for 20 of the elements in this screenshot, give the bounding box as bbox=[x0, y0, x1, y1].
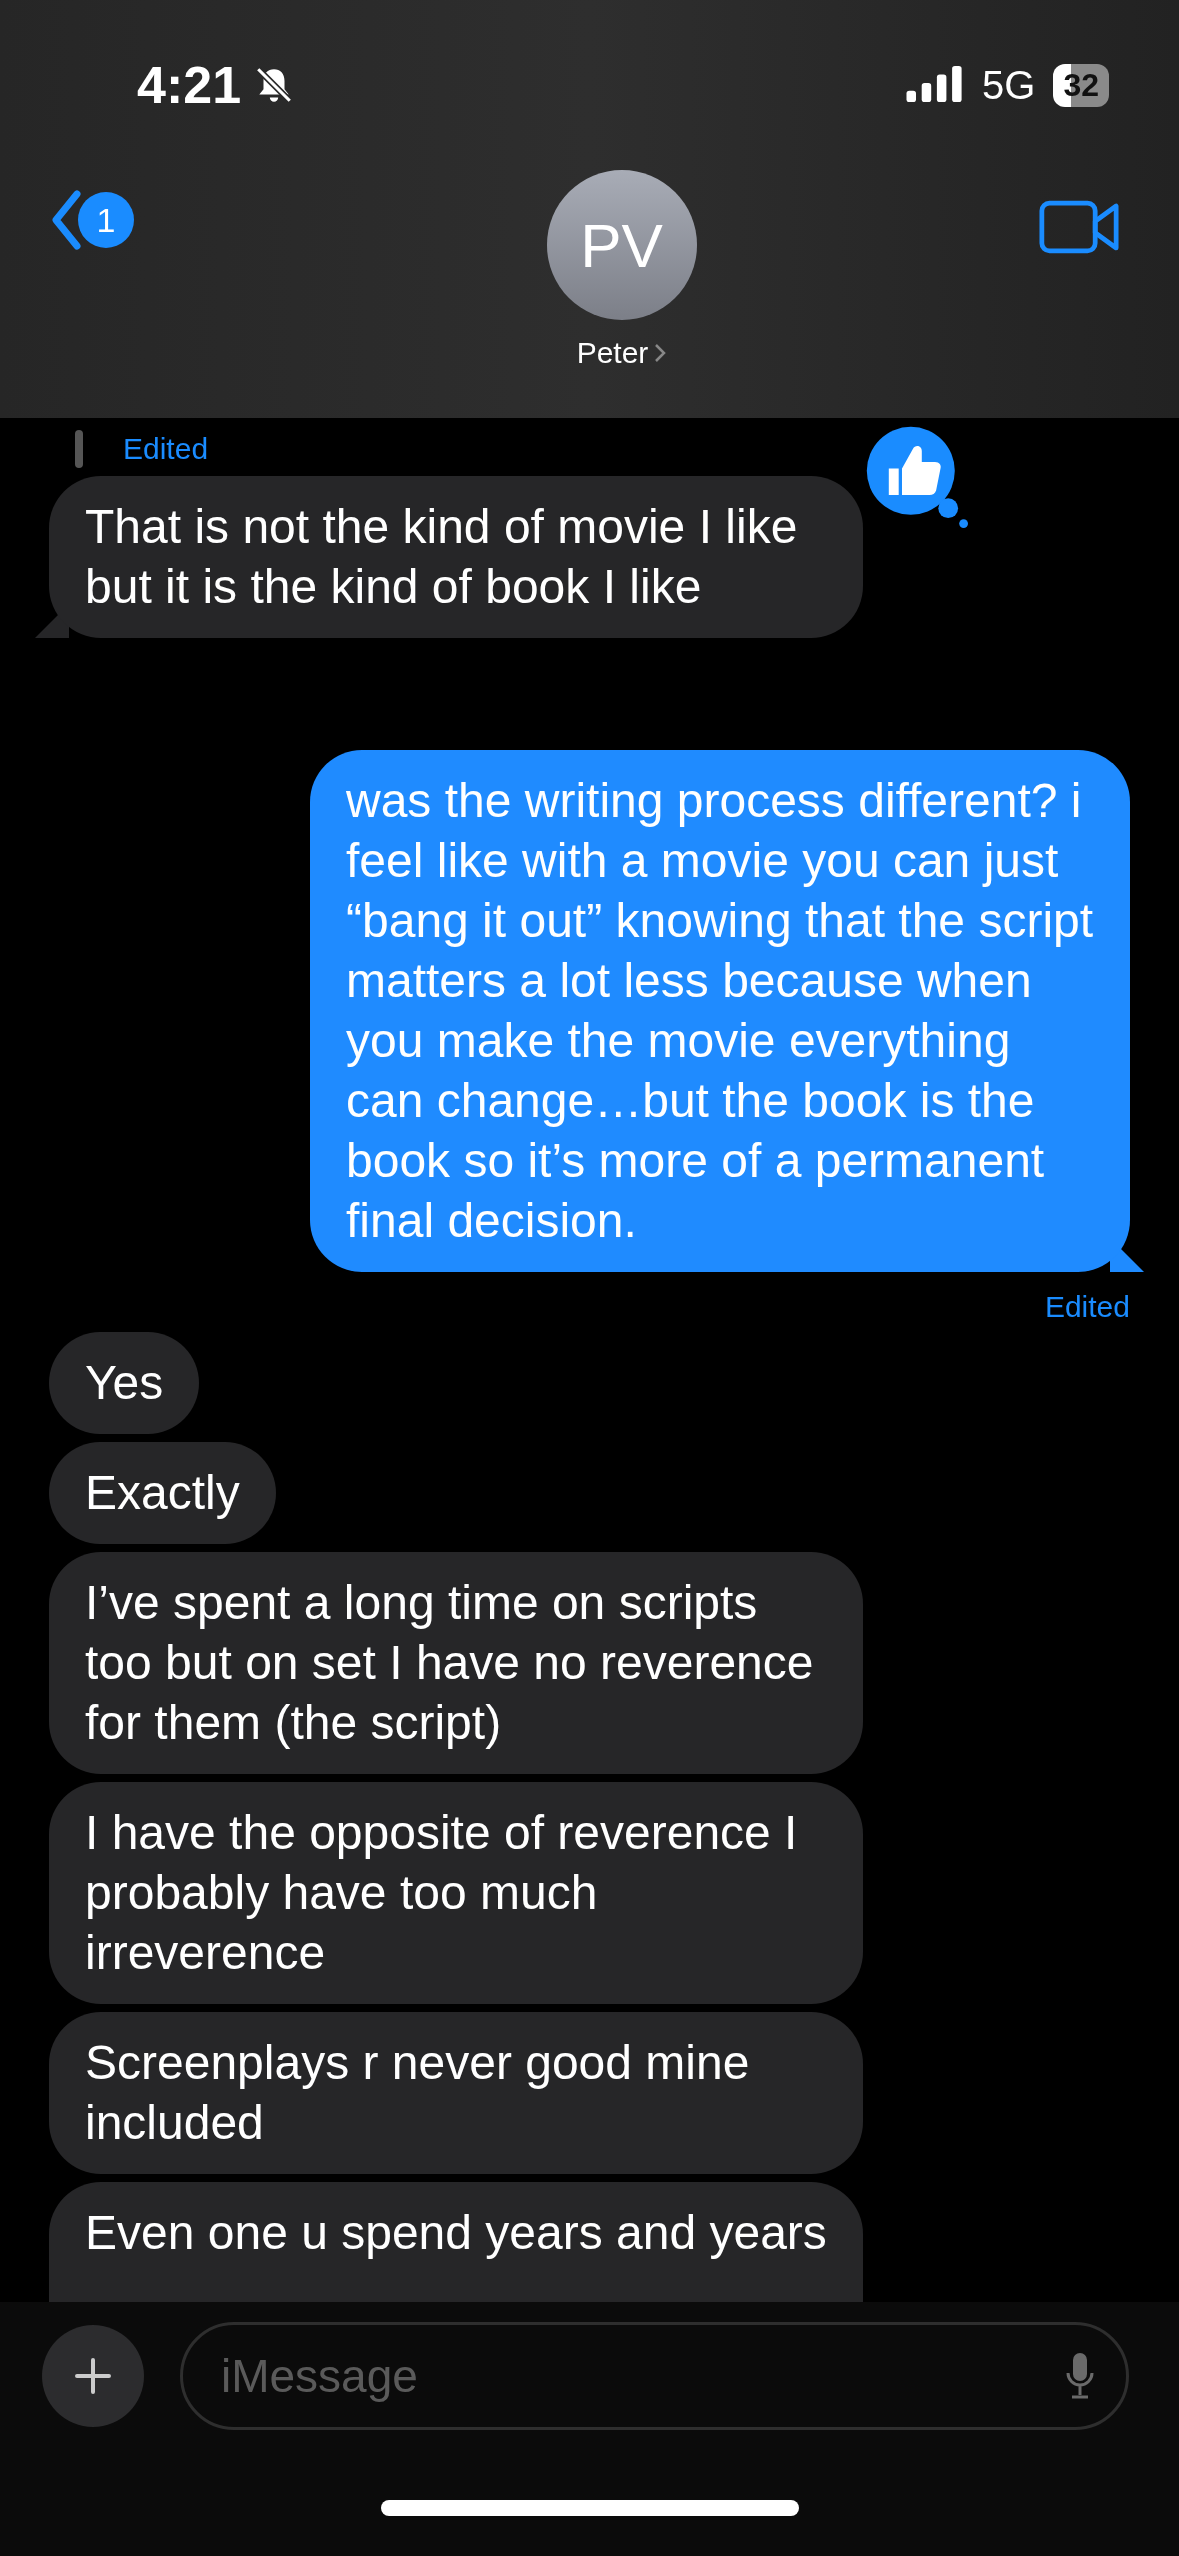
edited-label: Edited bbox=[1044, 1290, 1130, 1324]
clock-time: 4:21 bbox=[137, 55, 242, 115]
message-bubble[interactable]: Exactly bbox=[49, 1442, 276, 1544]
message-bubble[interactable]: Yes bbox=[49, 1332, 200, 1434]
message-bubble[interactable]: Even one u spend years and years bbox=[49, 2182, 863, 2302]
signal-icon bbox=[906, 66, 965, 104]
network-label: 5G bbox=[982, 62, 1036, 108]
unread-badge: 1 bbox=[78, 192, 134, 248]
message-input-field[interactable]: iMessage bbox=[180, 2322, 1129, 2430]
message-bubble[interactable]: Screenplays r never good mine included bbox=[49, 2012, 863, 2174]
thread-line bbox=[75, 430, 83, 468]
chevron-icon bbox=[654, 343, 667, 363]
message-bubble[interactable]: That is not the kind of movie I like but it is the kind of book I like bbox=[49, 476, 863, 638]
message-bubble[interactable]: I have the opposite of reverence I probably have too much irreverence bbox=[49, 1782, 863, 2004]
contact-name[interactable]: Peter bbox=[576, 336, 667, 370]
video-camera-icon[interactable] bbox=[1039, 200, 1119, 254]
plus-icon bbox=[73, 2356, 113, 2396]
edited-label: Edited bbox=[123, 432, 209, 466]
message-bubble[interactable]: I’ve spent a long time on scripts too but on set I have no reverence for them (the script) bbox=[49, 1552, 863, 1774]
microphone-icon[interactable] bbox=[1065, 2351, 1095, 2401]
